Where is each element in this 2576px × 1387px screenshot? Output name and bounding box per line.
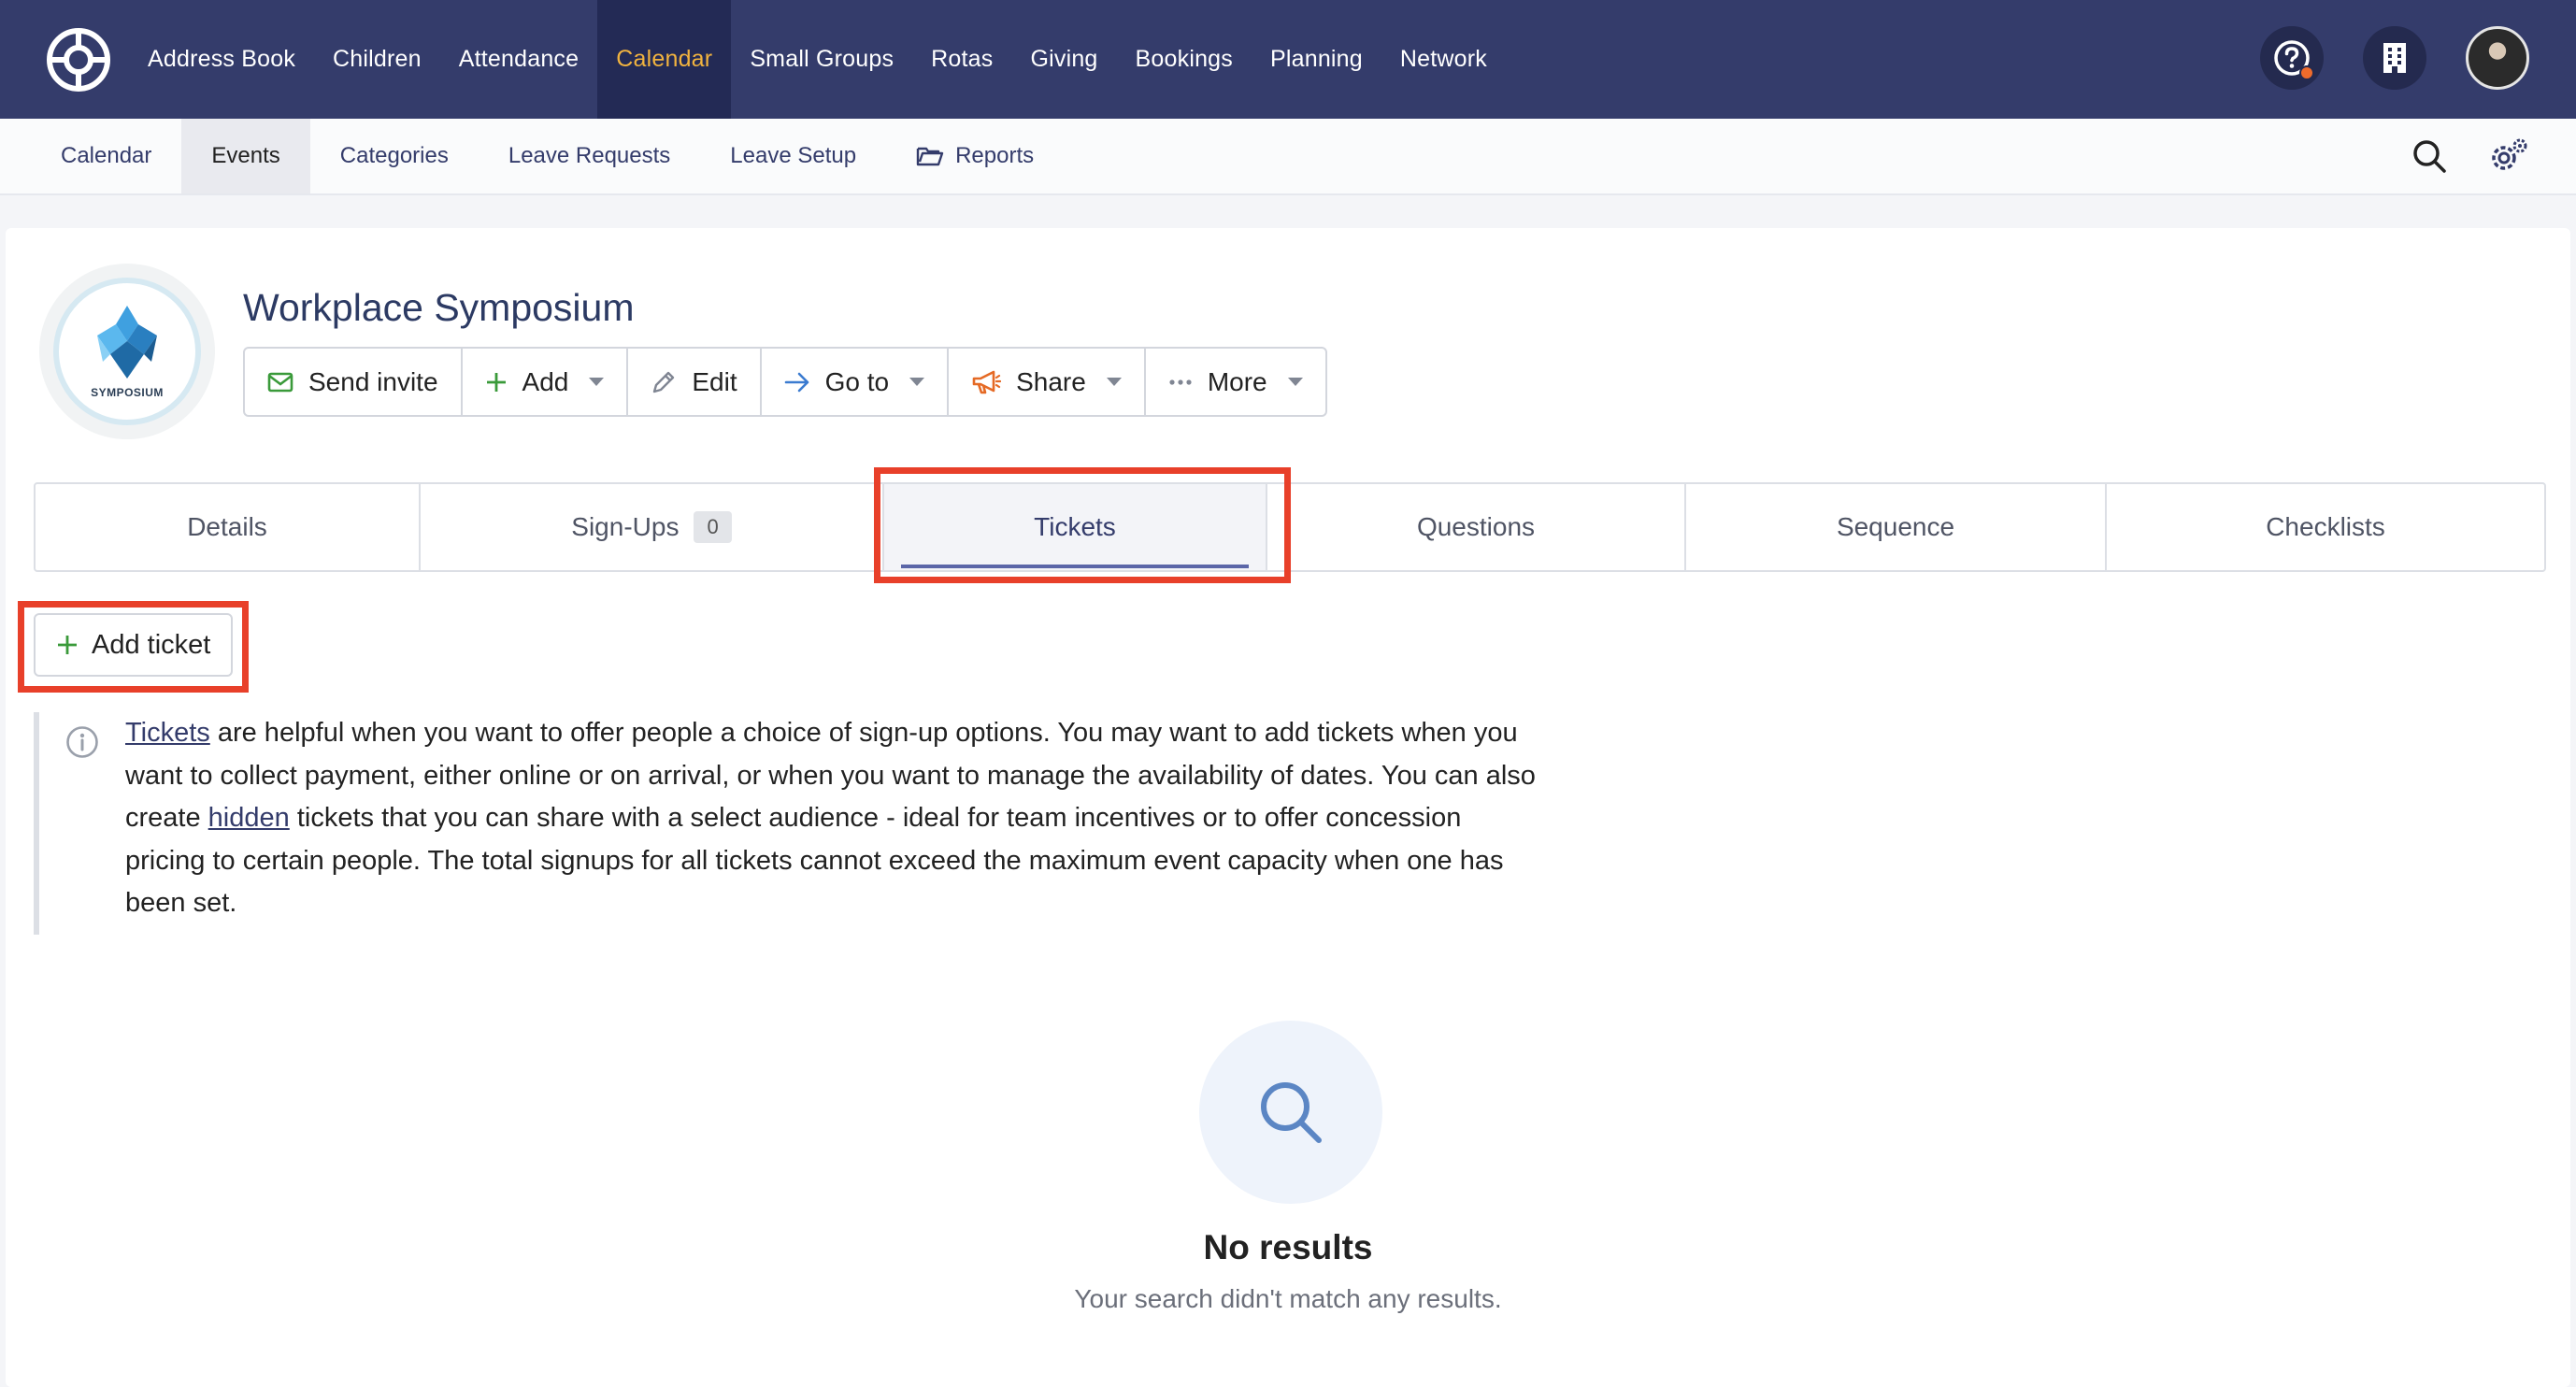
info-text-part2: tickets that you can share with a select… (125, 803, 1504, 918)
event-logo-text: SYMPOSIUM (91, 386, 164, 399)
nav-children[interactable]: Children (314, 0, 440, 119)
nav-network[interactable]: Network (1381, 0, 1506, 119)
event-logo-badge: SYMPOSIUM (53, 278, 201, 425)
add-dropdown-button[interactable]: Add (463, 349, 629, 415)
share-label: Share (1016, 366, 1086, 396)
edit-label: Edit (692, 366, 737, 396)
subnav-leave-requests[interactable]: Leave Requests (479, 119, 700, 193)
subnav-reports[interactable]: Reports (886, 119, 1064, 193)
add-ticket-label: Add ticket (92, 629, 211, 660)
subnav-label: Leave Requests (508, 143, 671, 168)
nav-planning[interactable]: Planning (1252, 0, 1381, 119)
tab-checklists[interactable]: Checklists (2107, 484, 2544, 570)
tab-label: Tickets (1034, 512, 1116, 541)
tab-questions[interactable]: Questions (1267, 484, 1686, 570)
share-dropdown-button[interactable]: Share (949, 349, 1146, 415)
app-logo-icon[interactable] (47, 28, 110, 92)
tab-label: Details (187, 512, 267, 541)
user-avatar[interactable] (2466, 26, 2529, 90)
organisation-button[interactable] (2363, 26, 2426, 90)
tab-details[interactable]: Details (36, 484, 421, 570)
subnav-leave-setup[interactable]: Leave Setup (700, 119, 886, 193)
notification-dot (2299, 65, 2314, 80)
crystal-logo-icon (97, 306, 157, 379)
nav-giving[interactable]: Giving (1011, 0, 1116, 119)
subnav-label: Reports (955, 143, 1035, 168)
arrow-right-icon (784, 372, 809, 392)
nav-bookings[interactable]: Bookings (1117, 0, 1252, 119)
ellipsis-icon (1169, 379, 1192, 385)
chevron-down-icon (1287, 378, 1303, 386)
event-action-bar: Send invite Add Edit Go to Share More (243, 347, 1327, 417)
subnav-categories[interactable]: Categories (310, 119, 479, 193)
folder-icon (916, 147, 944, 166)
add-label: Add (522, 366, 569, 396)
search-button[interactable] (2411, 138, 2447, 179)
signups-count-badge: 0 (694, 511, 732, 543)
envelope-icon (267, 372, 293, 392)
info-icon (66, 726, 98, 758)
subnav-calendar[interactable]: Calendar (31, 119, 181, 193)
pencil-icon (653, 371, 675, 393)
tab-sequence[interactable]: Sequence (1686, 484, 2107, 570)
chevron-down-icon (589, 378, 605, 386)
tickets-info-text: Tickets are helpful when you want to off… (125, 712, 1548, 925)
plus-icon (58, 636, 77, 654)
nav-address-book[interactable]: Address Book (129, 0, 314, 119)
hidden-tickets-help-link[interactable]: hidden (208, 803, 290, 833)
subnav-events[interactable]: Events (181, 119, 310, 193)
tickets-help-link[interactable]: Tickets (125, 718, 210, 748)
tab-tickets[interactable]: Tickets (884, 484, 1267, 570)
building-icon (2383, 43, 2406, 73)
tab-label: Checklists (2266, 512, 2385, 541)
subnav-label: Calendar (61, 143, 152, 168)
search-icon (2413, 140, 2446, 173)
more-label: More (1207, 366, 1267, 396)
tab-label: Sequence (1836, 512, 1955, 541)
subnav-label: Events (211, 143, 280, 168)
no-results-title: No results (1203, 1228, 1373, 1266)
help-button[interactable] (2260, 26, 2324, 90)
settings-button[interactable] (2488, 137, 2529, 179)
nav-rotas[interactable]: Rotas (912, 0, 1011, 119)
tab-sign-ups[interactable]: Sign-Ups 0 (421, 484, 884, 570)
nav-small-groups[interactable]: Small Groups (731, 0, 912, 119)
calendar-submenu: Calendar Events Categories Leave Request… (0, 119, 1064, 193)
edit-button[interactable]: Edit (628, 349, 762, 415)
megaphone-icon (972, 370, 1002, 393)
send-invite-label: Send invite (308, 366, 438, 396)
chevron-down-icon (1106, 378, 1122, 386)
chevron-down-icon (909, 378, 925, 386)
gear-icon (2492, 138, 2527, 170)
subnav-label: Leave Setup (730, 143, 857, 168)
send-invite-button[interactable]: Send invite (245, 349, 463, 415)
plus-icon (486, 372, 506, 392)
tab-label: Sign-Ups (571, 512, 680, 541)
go-to-dropdown-button[interactable]: Go to (762, 349, 950, 415)
event-title: Workplace Symposium (243, 286, 635, 329)
no-results-subtitle: Your search didn't match any results. (1074, 1284, 1502, 1313)
go-to-label: Go to (824, 366, 890, 396)
subnav-label: Categories (339, 143, 449, 168)
more-dropdown-button[interactable]: More (1146, 349, 1325, 415)
topnav-right-tools (2260, 26, 2529, 90)
tickets-info-box: Tickets are helpful when you want to off… (34, 712, 1548, 935)
search-icon (1261, 1082, 1322, 1143)
event-card: SYMPOSIUM Workplace Symposium Send invit… (6, 228, 2570, 1387)
no-results-illustration (1199, 1021, 1382, 1204)
main-menu: Address Book Children Attendance Calenda… (129, 0, 1506, 119)
sub-navigation: Calendar Events Categories Leave Request… (0, 119, 2576, 195)
tab-label: Questions (1416, 512, 1536, 541)
nav-calendar[interactable]: Calendar (597, 0, 732, 119)
add-ticket-button[interactable]: Add ticket (34, 613, 234, 677)
subnav-right-tools (2411, 137, 2529, 179)
event-tabs: Details Sign-Ups 0 Tickets Questions Seq… (34, 482, 2546, 572)
top-navigation: Address Book Children Attendance Calenda… (0, 0, 2576, 119)
event-logo: SYMPOSIUM (39, 264, 215, 439)
nav-attendance[interactable]: Attendance (440, 0, 598, 119)
